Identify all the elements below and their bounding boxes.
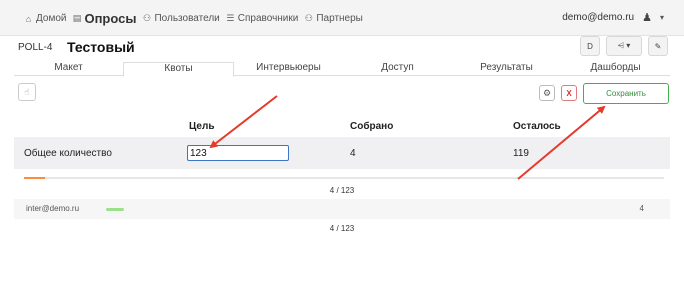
list-item: inter@demo.ru 4 — [14, 199, 670, 219]
tab-interviewers[interactable]: Интервьюеры — [234, 62, 343, 75]
list-icon: ☰ — [226, 13, 235, 23]
user-email: demo@demo.ru — [562, 12, 635, 23]
page-title: Тестовый — [67, 39, 135, 55]
table-row: Общее количество — [14, 137, 670, 169]
tab-quotas[interactable]: Квоты — [123, 62, 234, 77]
cancel-button[interactable]: X — [561, 85, 577, 101]
progress-fill — [24, 177, 45, 179]
goal-input[interactable] — [187, 145, 289, 161]
tab-access[interactable]: Доступ — [343, 62, 452, 75]
share-icon: ⩤ ▾ — [617, 41, 631, 50]
tab-layout[interactable]: Макет — [14, 62, 123, 75]
pencil-icon: ✎ — [654, 41, 662, 51]
nav-item-polls[interactable]: ▤ Опросы — [72, 11, 137, 26]
nav-item-home[interactable]: ⌂ Домой — [24, 13, 67, 24]
users-icon: ⚇ — [142, 13, 152, 23]
interviewer-total-count: 4 / 123 — [329, 224, 355, 233]
column-header-goal: Цель — [189, 121, 215, 132]
row-label: Общее количество — [24, 148, 112, 159]
tab-bar: Макет Квоты Интервьюеры Доступ Результат… — [14, 62, 670, 77]
nav-item-label: Пользователи — [154, 13, 220, 24]
nav-item-label: Справочники — [237, 13, 299, 24]
edit-button[interactable]: ✎ — [648, 36, 668, 56]
hand-pointer-button[interactable]: ☝ — [18, 83, 36, 101]
share-button[interactable]: ⩤ ▾ — [606, 36, 642, 56]
progress-bar — [24, 177, 664, 179]
collected-value: 4 — [350, 148, 356, 159]
nav-item-partners[interactable]: ⚇ Партнеры — [304, 13, 363, 24]
column-header-remaining: Осталось — [513, 121, 561, 132]
nav-menu: ⌂ Домой ▤ Опросы ⚇ Пользователи ☰ Справо… — [24, 11, 363, 26]
clipboard-icon: ▤ — [72, 13, 82, 23]
nav-item-users[interactable]: ⚇ Пользователи — [142, 13, 220, 24]
user-icon: ♟ — [642, 12, 652, 24]
total-count: 4 / 123 — [329, 186, 355, 195]
user-progress-bar — [106, 208, 124, 211]
d-button[interactable]: D — [580, 36, 600, 56]
top-navbar: ⌂ Домой ▤ Опросы ⚇ Пользователи ☰ Справо… — [0, 0, 684, 36]
column-header-collected: Собрано — [350, 121, 394, 132]
interviewer-count: 4 — [639, 204, 644, 213]
chevron-down-icon: ▾ — [659, 13, 664, 22]
tab-dashboards[interactable]: Дашборды — [561, 62, 670, 75]
home-icon: ⌂ — [25, 13, 32, 24]
gear-icon: ⚙ — [542, 87, 552, 98]
tab-results[interactable]: Результаты — [452, 62, 561, 75]
user-menu[interactable]: demo@demo.ru ♟ ▾ — [562, 11, 664, 24]
save-button[interactable]: Сохранить — [583, 83, 669, 104]
nav-item-label: Домой — [36, 13, 67, 24]
users-icon: ⚇ — [304, 13, 313, 23]
nav-item-label: Партнеры — [316, 13, 363, 24]
header-actions: D ⩤ ▾ ✎ — [580, 36, 668, 56]
nav-item-directories[interactable]: ☰ Справочники — [226, 13, 299, 24]
interviewer-email: inter@demo.ru — [26, 204, 80, 213]
remaining-value: 119 — [513, 148, 529, 159]
poll-id: POLL-4 — [18, 42, 53, 53]
hand-pointer-icon: ☝ — [24, 86, 30, 97]
nav-item-label: Опросы — [84, 11, 137, 26]
settings-button[interactable]: ⚙ — [539, 85, 555, 101]
